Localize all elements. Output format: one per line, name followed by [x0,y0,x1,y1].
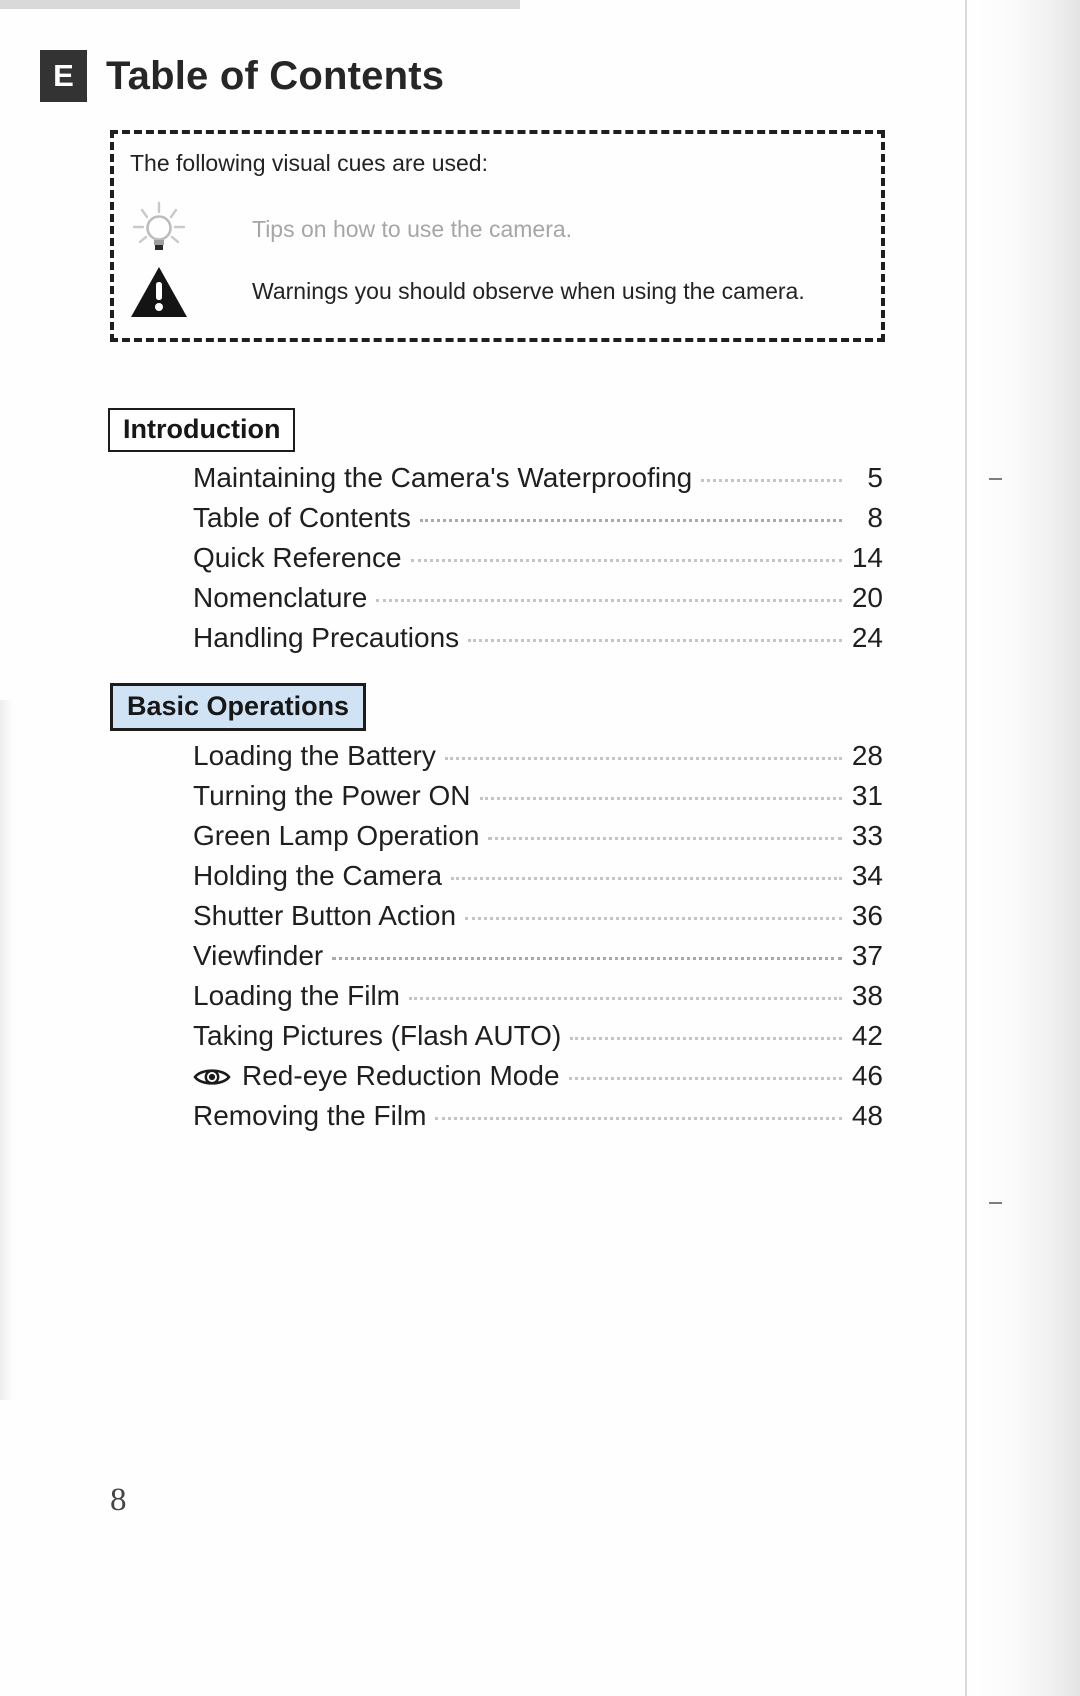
page-number-folio: 8 [110,1482,127,1518]
toc-entry-page: 5 [867,462,883,493]
toc-entry-page: 33 [851,820,883,851]
scan-tick-mark [989,478,1002,480]
toc-leader-dots [451,877,842,880]
toc-entry-label: Nomenclature [193,582,368,613]
toc-leader-dots [568,1077,842,1080]
toc-entry-page: 8 [867,502,883,533]
toc-entry-label: Table of Contents [193,502,411,533]
toc-entry-page: 34 [851,860,883,891]
toc-leader-dots [479,797,842,800]
toc-entry[interactable]: Red-eye Reduction Mode 46 [193,1060,883,1100]
toc-entry-label: Viewfinder [193,940,324,971]
toc-entry-label: Shutter Button Action [193,900,457,931]
toc-entry-label: Loading the Film [193,980,401,1011]
scan-right-margin [962,0,1080,1696]
toc-entry-label: Taking Pictures (Flash AUTO) [193,1020,562,1051]
scan-left-shadow [0,700,14,1400]
toc-entry[interactable]: Taking Pictures (Flash AUTO) 42 [193,1020,883,1060]
toc-entry-label: Handling Precautions [193,622,460,653]
cue-text-tips: Tips on how to use the camera. [252,215,573,242]
toc-entry-label: Quick Reference [193,542,402,573]
red-eye-icon [193,1066,231,1088]
toc-entry[interactable]: Handling Precautions 24 [193,622,883,662]
toc-leader-dots [444,757,842,760]
toc-entry-page: 36 [851,900,883,931]
toc-entry-page: 24 [851,622,883,653]
toc-list-basic-operations: Loading the Battery 28 Turning the Power… [193,740,883,1140]
toc-entry[interactable]: Loading the Film 38 [193,980,883,1020]
toc-entry-label: Loading the Battery [193,740,436,771]
scan-right-fold-line [965,0,967,1696]
toc-entry[interactable]: Quick Reference 14 [193,542,883,582]
warning-triangle-icon [128,262,190,320]
page-header: E Table of Contents [40,50,444,102]
toc-leader-dots [332,957,842,960]
toc-entry[interactable]: Loading the Battery 28 [193,740,883,780]
toc-entry-label: Green Lamp Operation [193,820,480,851]
toc-entry[interactable]: Turning the Power ON 31 [193,780,883,820]
toc-entry[interactable]: Nomenclature 20 [193,582,883,622]
toc-entry[interactable]: Green Lamp Operation 33 [193,820,883,860]
cue-text-warning: Warnings you should observe when using t… [252,277,805,304]
toc-leader-dots [419,519,842,522]
language-badge: E [40,50,87,102]
toc-entry[interactable]: Maintaining the Camera's Waterproofing 5 [193,462,883,502]
toc-entry[interactable]: Shutter Button Action 36 [193,900,883,940]
toc-entry[interactable]: Viewfinder 37 [193,940,883,980]
section-header-introduction: Introduction [108,408,296,453]
toc-entry-page: 42 [851,1020,883,1051]
page-title: Table of Contents [106,53,445,98]
toc-leader-dots [488,837,842,840]
visual-cues-intro: The following visual cues are used: [130,150,488,176]
toc-entry-label: Maintaining the Camera's Waterproofing [193,462,693,493]
toc-entry-page: 14 [851,542,883,573]
toc-entry-label: Holding the Camera [193,860,443,891]
scan-tick-mark [989,1202,1002,1204]
toc-leader-dots [376,599,842,602]
lightbulb-icon [128,200,190,258]
toc-leader-dots [435,1117,842,1120]
toc-entry-page: 20 [851,582,883,613]
toc-entry-label: Removing the Film [193,1100,427,1131]
toc-leader-dots [570,1037,842,1040]
toc-leader-dots [410,559,842,562]
toc-leader-dots [468,639,842,642]
toc-list-introduction: Maintaining the Camera's Waterproofing 5… [193,462,883,662]
toc-entry[interactable]: Holding the Camera 34 [193,860,883,900]
toc-leader-dots [701,479,842,482]
cue-row-tips: Tips on how to use the camera. [128,200,572,258]
section-header-basic-operations: Basic Operations [110,683,367,732]
toc-entry-page: 31 [851,780,883,811]
scan-top-edge [0,0,520,9]
toc-leader-dots [465,917,842,920]
toc-entry[interactable]: Table of Contents 8 [193,502,883,542]
toc-entry-page: 38 [851,980,883,1011]
toc-entry-page: 37 [851,940,883,971]
toc-entry-label: Turning the Power ON [193,780,471,811]
cue-row-warning: Warnings you should observe when using t… [128,262,805,320]
toc-leader-dots [409,997,842,1000]
toc-entry[interactable]: Removing the Film 48 [193,1100,883,1140]
toc-entry-page: 48 [851,1100,883,1131]
toc-entry-label: Red-eye Reduction Mode [242,1060,560,1091]
toc-entry-page: 28 [851,740,883,771]
toc-entry-page: 46 [851,1060,883,1091]
